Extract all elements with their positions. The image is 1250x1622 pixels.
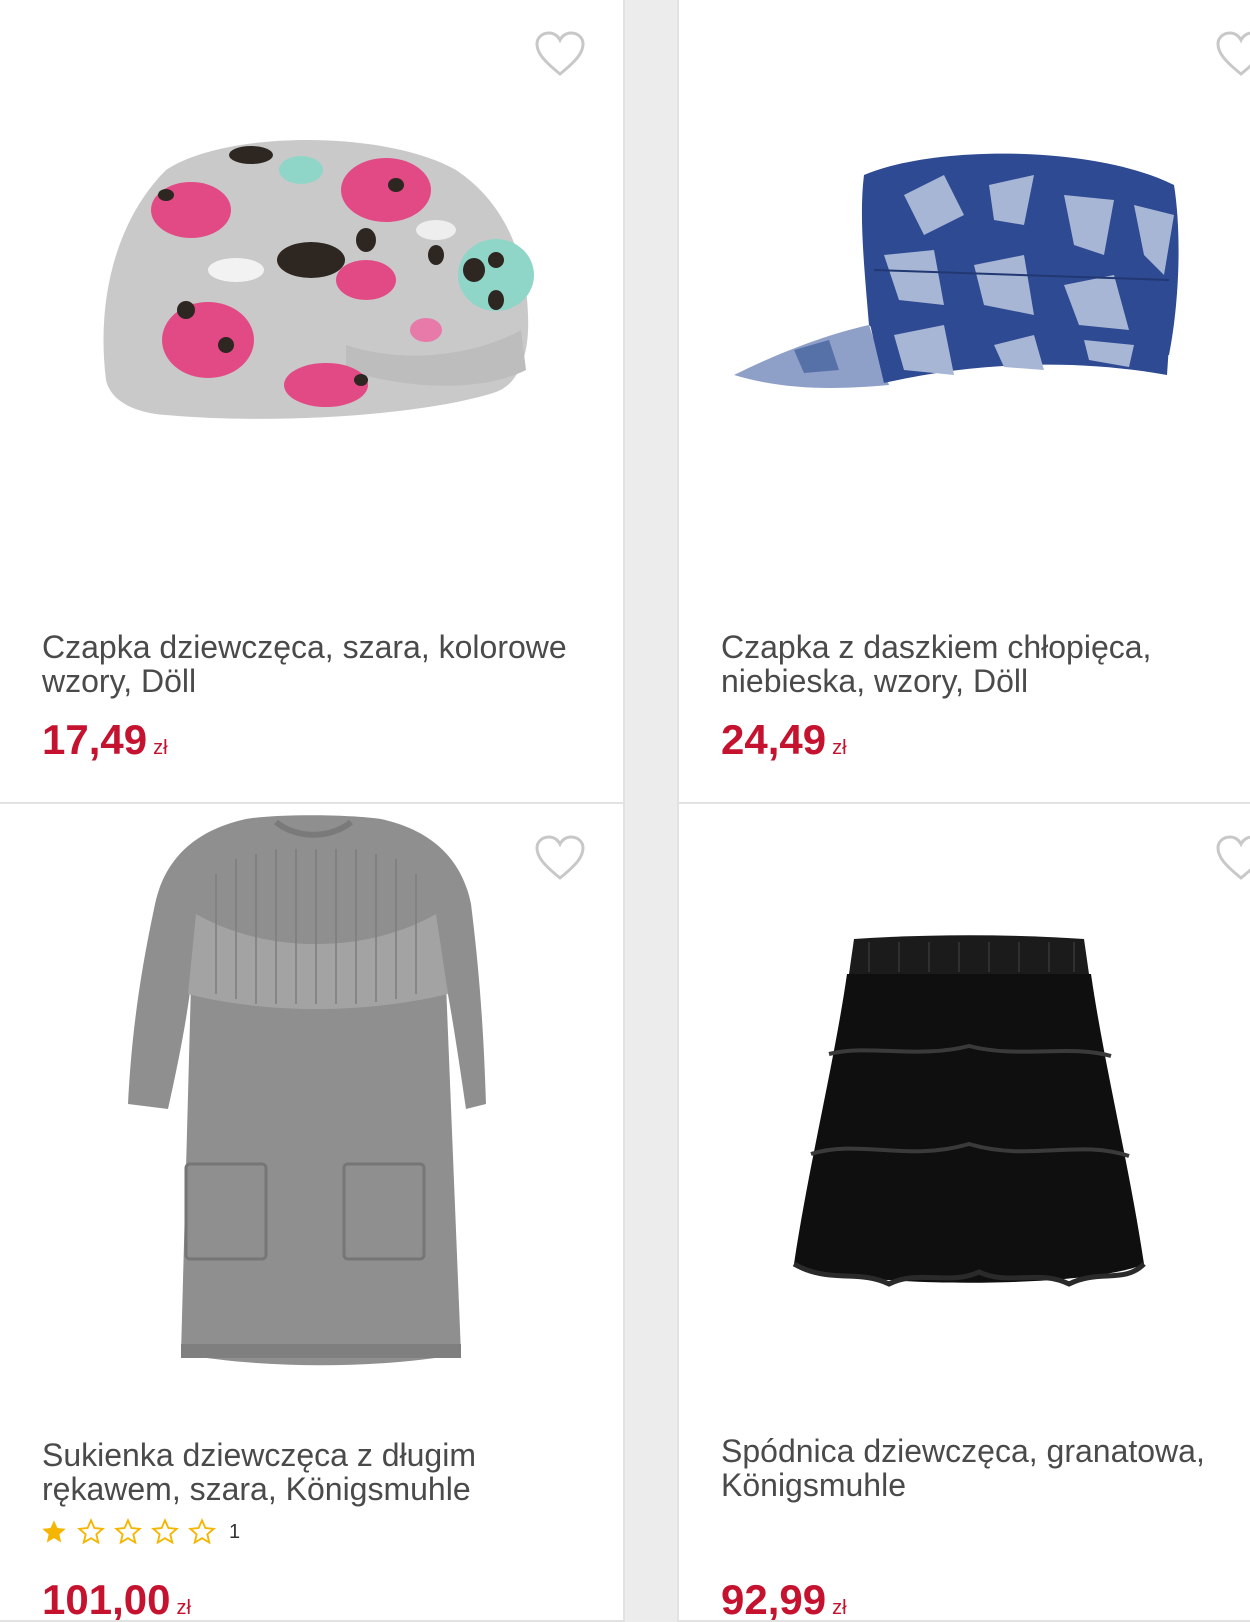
price-amount: 17,49 bbox=[42, 716, 148, 763]
price-amount: 101,00 bbox=[42, 1576, 171, 1622]
product-image[interactable] bbox=[96, 130, 536, 430]
product-price: 92,99 zł bbox=[721, 1576, 847, 1622]
product-price: 101,00 zł bbox=[42, 1576, 191, 1622]
heart-outline-icon[interactable] bbox=[534, 834, 586, 882]
price-currency: zł bbox=[832, 737, 847, 759]
price-amount: 24,49 bbox=[721, 716, 827, 763]
product-title[interactable]: Czapka dziewczęca, szara, kolorowe wzory… bbox=[42, 630, 602, 698]
product-card[interactable]: Czapka dziewczęca, szara, kolorowe wzory… bbox=[0, 0, 625, 804]
heart-outline-icon[interactable] bbox=[1215, 30, 1250, 78]
heart-outline-icon[interactable] bbox=[1215, 834, 1250, 882]
star-outline-icon bbox=[77, 1518, 105, 1545]
star-outline-icon bbox=[188, 1518, 216, 1545]
product-image[interactable] bbox=[734, 145, 1184, 415]
product-card[interactable]: Sukienka dziewczęca z długim rękawem, sz… bbox=[0, 802, 625, 1622]
product-price: 24,49 zł bbox=[721, 716, 847, 764]
rating: 1 bbox=[40, 1518, 240, 1546]
price-currency: zł bbox=[176, 1597, 191, 1619]
product-card[interactable]: Czapka z daszkiem chłopięca, niebieska, … bbox=[677, 0, 1250, 804]
product-image[interactable] bbox=[126, 814, 506, 1374]
product-card[interactable]: Spódnica dziewczęca, granatowa, Königsmu… bbox=[677, 802, 1250, 1622]
product-title[interactable]: Sukienka dziewczęca z długim rękawem, sz… bbox=[42, 1438, 602, 1506]
rating-count: 1 bbox=[229, 1520, 241, 1543]
star-outline-icon bbox=[151, 1518, 179, 1545]
star-filled-icon bbox=[42, 1520, 66, 1543]
heart-outline-icon[interactable] bbox=[534, 30, 586, 78]
star-outline-icon bbox=[114, 1518, 142, 1545]
product-image[interactable] bbox=[789, 934, 1149, 1294]
product-title[interactable]: Czapka z daszkiem chłopięca, niebieska, … bbox=[721, 630, 1250, 698]
price-currency: zł bbox=[153, 737, 168, 759]
product-title[interactable]: Spódnica dziewczęca, granatowa, Königsmu… bbox=[721, 1434, 1250, 1502]
price-currency: zł bbox=[832, 1597, 847, 1619]
price-amount: 92,99 bbox=[721, 1576, 827, 1622]
product-price: 17,49 zł bbox=[42, 716, 168, 764]
